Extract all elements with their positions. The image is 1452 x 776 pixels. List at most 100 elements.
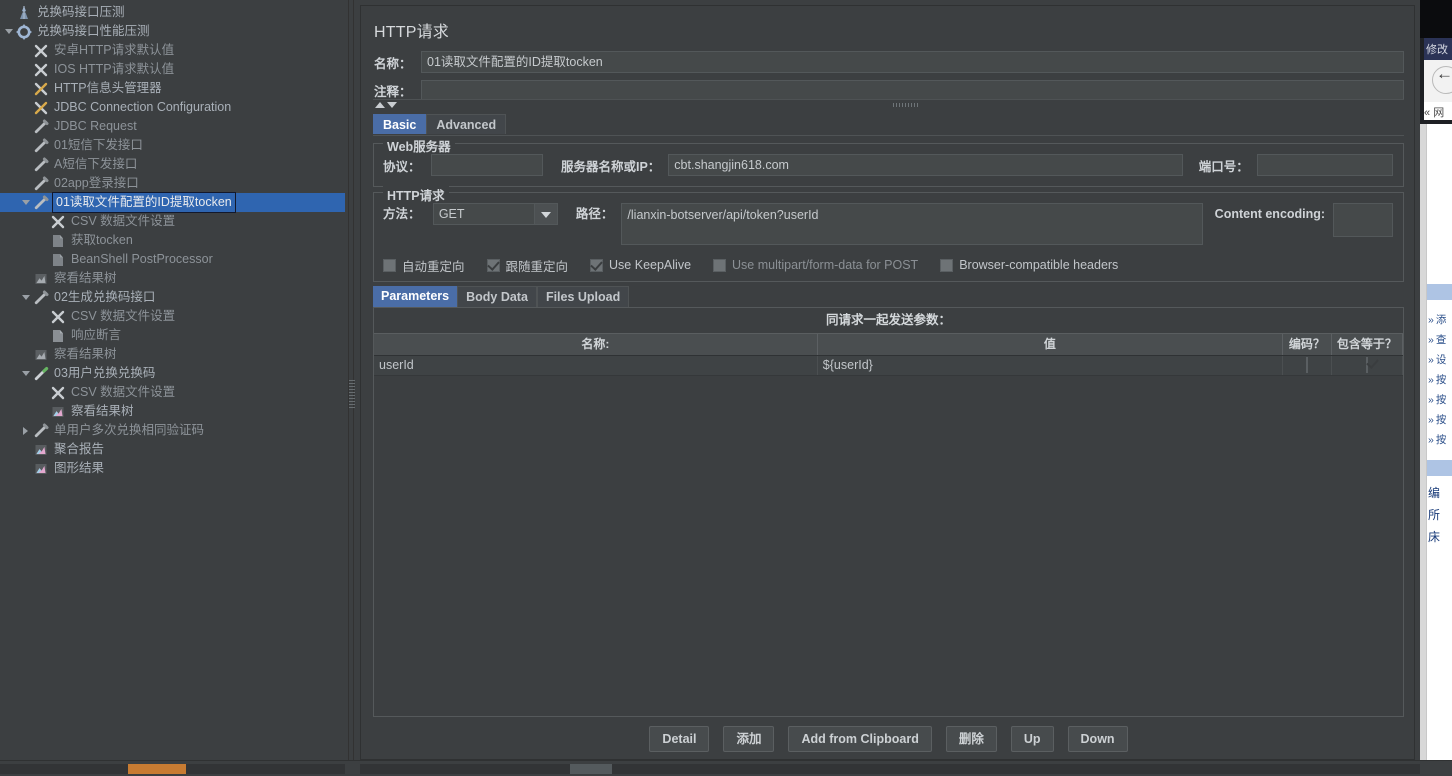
param-include-equals-cell[interactable] xyxy=(1332,356,1403,375)
tab-advanced[interactable]: Advanced xyxy=(426,114,507,134)
panel-splitter[interactable] xyxy=(345,0,359,760)
checkbox-icon[interactable] xyxy=(590,258,604,272)
chevron-down-icon[interactable] xyxy=(19,364,32,383)
editor-horizontal-scrollbar[interactable] xyxy=(360,764,1420,774)
drag-dots-icon[interactable] xyxy=(893,103,919,107)
parameters-table[interactable]: 同请求一起发送参数： 名称: 值编码？ 包含等于？ userId ${userId} xyxy=(373,307,1404,717)
collapse-up-icon[interactable] xyxy=(375,102,385,108)
tree-node[interactable]: 02生成兑换码接口 xyxy=(0,288,345,307)
list-item[interactable]: » 按 xyxy=(1427,432,1452,450)
column-header[interactable]: 编码？ xyxy=(1283,334,1332,355)
tree-node[interactable]: 单用户多次兑换相同验证码 xyxy=(0,421,345,440)
port-input[interactable] xyxy=(1256,154,1393,176)
background-window-nav[interactable] xyxy=(1424,60,1452,102)
param-tab-files-upload[interactable]: Files Upload xyxy=(536,286,630,307)
tree-node[interactable]: 01读取文件配置的ID提取tocken xyxy=(0,192,345,213)
option-3[interactable]: Use KeepAlive xyxy=(590,258,713,272)
param-encode-cell[interactable] xyxy=(1283,356,1332,375)
checkbox-icon[interactable] xyxy=(1305,357,1308,373)
collapse-down-icon[interactable] xyxy=(387,102,397,108)
添加-button[interactable]: 添加 xyxy=(723,726,775,752)
chevron-down-icon[interactable] xyxy=(2,22,15,41)
background-window-breadcrumb[interactable]: « 网 xyxy=(1424,102,1452,120)
tree-node[interactable]: 兑换码接口性能压测 xyxy=(0,22,345,41)
column-header[interactable]: 值 xyxy=(818,334,1283,355)
param-name-cell[interactable]: userId xyxy=(374,356,818,375)
chevron-down-icon[interactable] xyxy=(19,288,32,307)
tree-node[interactable]: CSV 数据文件设置 xyxy=(0,212,345,231)
editor-tabs[interactable]: Basic Advanced xyxy=(373,114,1404,136)
param-value-cell[interactable]: ${userId} xyxy=(818,356,1284,375)
checkbox-icon[interactable] xyxy=(713,258,727,272)
checkbox-icon[interactable] xyxy=(486,258,500,272)
tree-node[interactable]: 兑换码接口压测 xyxy=(0,3,345,22)
parameters-button-bar[interactable]: Detail 添加 Add from Clipboard 删除 Up Down xyxy=(373,724,1404,754)
tree-node[interactable]: JDBC Connection Configuration xyxy=(0,98,345,117)
detail-button[interactable]: Detail xyxy=(649,726,710,752)
test-plan-tree[interactable]: 兑换码接口压测 兑换码接口性能压测 安卓HTTP请求默认值 IOS HTTP请求默认值… xyxy=(0,3,345,478)
list-item[interactable]: » 按 xyxy=(1427,392,1452,410)
checkbox-icon[interactable] xyxy=(940,258,954,272)
option-2[interactable]: 跟随重定向 xyxy=(486,256,591,275)
column-header[interactable]: 包含等于？ xyxy=(1332,334,1403,355)
tree-node[interactable]: 响应断言 xyxy=(0,326,345,345)
chevron-down-icon[interactable] xyxy=(19,193,32,212)
background-window-scrollbar[interactable] xyxy=(1420,124,1426,764)
tree-node[interactable]: A短信下发接口 xyxy=(0,155,345,174)
param-tab-parameters[interactable]: Parameters xyxy=(373,286,458,307)
splitter-grip[interactable] xyxy=(349,380,355,410)
tree-node[interactable]: BeanShell PostProcessor xyxy=(0,250,345,269)
checkbox-icon[interactable] xyxy=(1365,357,1368,373)
parameter-tabs[interactable]: Parameters Body Data Files Upload xyxy=(373,286,1404,307)
tree-node[interactable]: 安卓HTTP请求默认值 xyxy=(0,41,345,60)
list-item[interactable]: » 添 xyxy=(1427,312,1452,330)
param-tab-body-data[interactable]: Body Data xyxy=(457,286,537,307)
background-window-content[interactable]: » 添» 查» 设» 按» 按» 按» 按编所床 xyxy=(1426,124,1452,764)
section-collapse-bar[interactable] xyxy=(373,99,1404,110)
name-input[interactable]: 01读取文件配置的ID提取tocken xyxy=(421,51,1404,73)
method-dropdown[interactable]: GET xyxy=(432,203,558,225)
tree-node[interactable]: CSV 数据文件设置 xyxy=(0,383,345,402)
add-from-clipboard-button[interactable]: Add from Clipboard xyxy=(788,726,932,752)
tree-node[interactable]: 获取tocken xyxy=(0,231,345,250)
test-plan-tree-panel[interactable]: 兑换码接口压测 兑换码接口性能压测 安卓HTTP请求默认值 IOS HTTP请求默认值… xyxy=(0,0,345,760)
content-encoding-input[interactable] xyxy=(1333,203,1393,237)
down-button[interactable]: Down xyxy=(1067,726,1128,752)
up-button[interactable]: Up xyxy=(1010,726,1054,752)
server-input[interactable]: cbt.shangjin618.com xyxy=(668,154,1183,176)
tab-basic[interactable]: Basic xyxy=(373,114,427,134)
background-browser-window[interactable]: 修改 « 网 »添»查»设»按»按»按»按编所床 xyxy=(1420,0,1452,775)
tree-node[interactable]: 图形结果 xyxy=(0,459,345,478)
option-1[interactable]: 自动重定向 xyxy=(383,256,487,275)
path-input[interactable]: /lianxin-botserver/api/token?userId xyxy=(621,203,1203,245)
back-arrow-icon[interactable] xyxy=(1432,64,1452,94)
tree-node[interactable]: IOS HTTP请求默认值 xyxy=(0,60,345,79)
http-options-row[interactable]: 自动重定向 跟随重定向 Use KeepAlive Use multipart/for… xyxy=(383,256,1393,275)
list-item[interactable]: » 按 xyxy=(1427,412,1452,430)
tree-node[interactable]: 察看结果树 xyxy=(0,345,345,364)
column-header[interactable]: 名称: xyxy=(374,334,818,355)
tree-node[interactable]: 察看结果树 xyxy=(0,269,345,288)
tree-node[interactable]: 03用户兑换兑换码 xyxy=(0,364,345,383)
editor-scrollbar-thumb[interactable] xyxy=(570,764,612,774)
protocol-input[interactable] xyxy=(430,154,543,176)
list-item[interactable]: » 设 xyxy=(1427,352,1452,370)
list-item[interactable]: » 查 xyxy=(1427,332,1452,350)
table-row[interactable]: userId ${userId} xyxy=(374,356,1403,376)
tree-node[interactable]: JDBC Request xyxy=(0,117,345,136)
tree-node[interactable]: CSV 数据文件设置 xyxy=(0,307,345,326)
tree-scrollbar-thumb[interactable] xyxy=(128,764,186,774)
checkbox-icon[interactable] xyxy=(383,258,396,272)
chevron-down-icon[interactable] xyxy=(533,204,557,224)
list-item[interactable]: » 按 xyxy=(1427,372,1452,390)
chevron-right-icon[interactable] xyxy=(19,421,32,440)
tree-node[interactable]: 02app登录接口 xyxy=(0,174,345,193)
tree-node[interactable]: 01短信下发接口 xyxy=(0,136,345,155)
tree-node[interactable]: 聚合报告 xyxy=(0,440,345,459)
option-4[interactable]: Use multipart/form-data for POST xyxy=(713,258,940,272)
tree-horizontal-scrollbar[interactable] xyxy=(0,764,345,774)
comment-input[interactable] xyxy=(421,80,1404,100)
option-5[interactable]: Browser-compatible headers xyxy=(940,258,1140,272)
parameters-table-empty-area[interactable] xyxy=(374,376,1403,706)
parameters-table-body[interactable]: userId ${userId} xyxy=(374,356,1403,376)
